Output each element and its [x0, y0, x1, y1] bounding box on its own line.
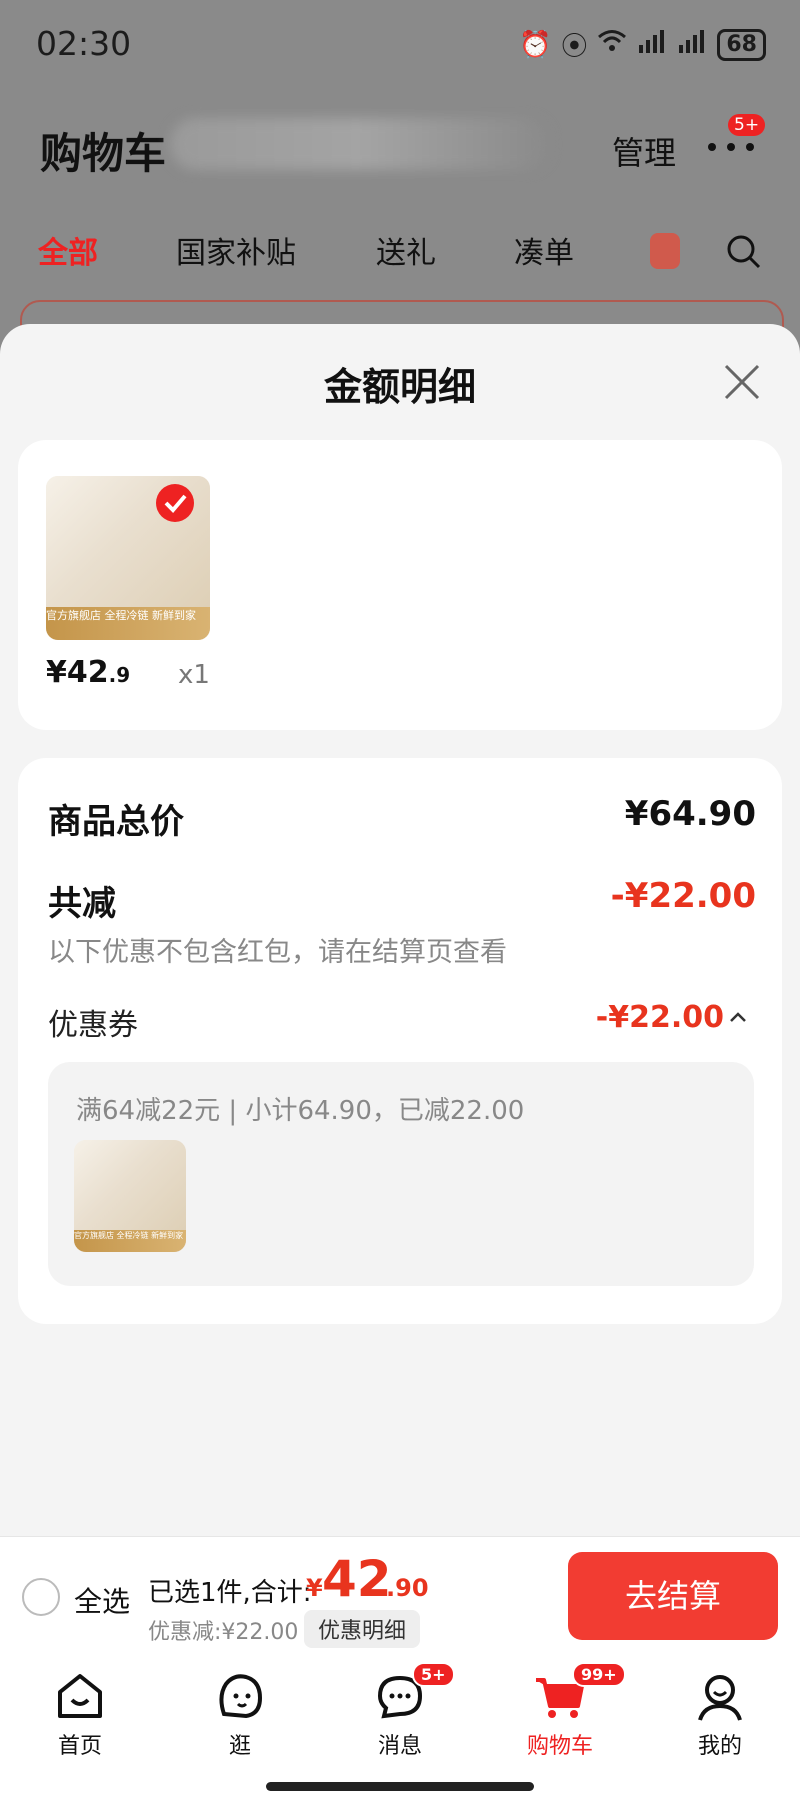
nav-label: 我的: [697, 1734, 742, 1759]
total-reduce-label: 共减: [48, 884, 116, 924]
status-icons: ⏰ ⦿ 68: [519, 26, 766, 63]
sum-integer: 42: [322, 1550, 392, 1608]
status-time: 02:30: [36, 24, 132, 63]
nav-browse[interactable]: 逛: [180, 1668, 300, 1760]
coupon-value[interactable]: -¥22.00: [596, 1000, 724, 1035]
messages-badge: 5+: [412, 1662, 455, 1687]
face-blob-icon: [219, 1674, 263, 1719]
sheet-title: 金额明细: [323, 365, 476, 409]
signal-icon-2: [677, 29, 707, 60]
total-reduce-value: -¥22.00: [610, 876, 756, 916]
tab-national-subsidy[interactable]: 国家补贴: [176, 228, 296, 272]
signal-icon: [637, 29, 667, 60]
nav-label: 逛: [228, 1734, 251, 1759]
total-price-value: ¥64.90: [624, 794, 756, 834]
location-icon: ⦿: [561, 32, 588, 62]
sum-currency: ¥: [306, 1574, 323, 1602]
tab-all[interactable]: 全部: [38, 228, 98, 272]
discount-summary: 优惠减:¥22.00: [148, 1620, 299, 1645]
blurred-address: [170, 118, 550, 170]
store-tag: 官方旗舰店 全程冷链 新鲜到家: [74, 1229, 186, 1252]
chevron-up-icon[interactable]: [728, 1010, 748, 1024]
coupon-label[interactable]: 优惠券: [48, 1000, 138, 1044]
tab-promo-pill[interactable]: [650, 233, 680, 269]
tab-gift[interactable]: 送礼: [376, 228, 436, 272]
reduce-note: 以下优惠不包含红包，请在结算页查看: [48, 937, 507, 968]
sum-decimal: .90: [386, 1574, 429, 1602]
page-title: 购物车: [40, 129, 167, 178]
item-price-main: ¥42: [46, 655, 109, 690]
tab-bundle[interactable]: 凑单: [514, 228, 574, 272]
discount-detail-button[interactable]: 优惠明细: [304, 1610, 421, 1648]
select-all-radio[interactable]: [22, 1578, 60, 1616]
battery-icon: 68: [717, 28, 766, 61]
user-icon: [698, 1675, 742, 1721]
item-price: ¥42.9: [46, 655, 130, 690]
item-price-decimal: .9: [108, 663, 131, 687]
nav-me[interactable]: 我的: [660, 1668, 780, 1760]
nav-label: 消息: [377, 1734, 422, 1759]
coupon-description: 满64减22元 | 小计64.90，已减22.00: [76, 1096, 525, 1126]
more-icon[interactable]: [706, 140, 756, 154]
cart-badge: 99+: [572, 1662, 626, 1687]
select-all-label[interactable]: 全选: [74, 1580, 130, 1620]
home-indicator: [266, 1782, 534, 1791]
selected-summary: 已选1件,合计:: [148, 1578, 312, 1608]
nav-label: 首页: [57, 1734, 102, 1759]
search-icon[interactable]: [726, 234, 762, 270]
more-badge: 5+: [728, 114, 766, 136]
alarm-icon: ⏰: [518, 29, 552, 60]
manage-button[interactable]: 管理: [612, 128, 676, 174]
wifi-icon: [597, 29, 627, 60]
close-icon[interactable]: [722, 362, 762, 402]
nav-messages[interactable]: 5+ 消息: [340, 1662, 460, 1760]
checked-icon[interactable]: [156, 484, 194, 522]
store-tag: 官方旗舰店 全程冷链 新鲜到家: [46, 607, 210, 640]
coupon-product-thumbnail[interactable]: 官方旗舰店 全程冷链 新鲜到家: [74, 1140, 186, 1252]
nav-cart[interactable]: 99+ 购物车: [500, 1662, 626, 1760]
total-price-label: 商品总价: [48, 802, 184, 842]
home-icon: [58, 1674, 102, 1718]
item-quantity: x1: [178, 660, 210, 690]
cart-tabs: 全部 国家补贴 送礼 凑单: [0, 228, 800, 288]
nav-home[interactable]: 首页: [20, 1668, 140, 1760]
checkout-button[interactable]: 去结算: [568, 1552, 778, 1640]
nav-label: 购物车: [526, 1734, 593, 1759]
